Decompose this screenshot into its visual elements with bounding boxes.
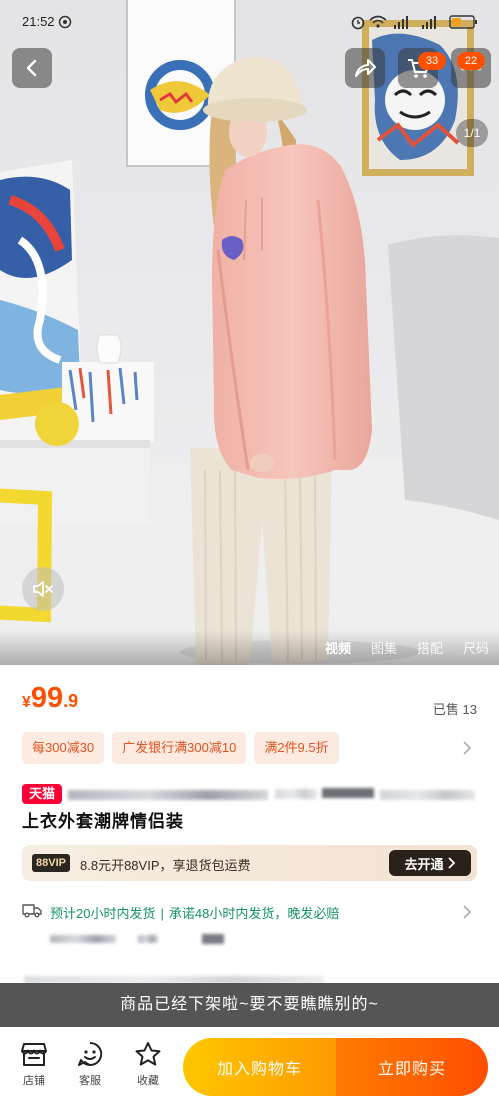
status-time: 21:52 [22,14,55,29]
tmall-badge: 天猫 [22,784,62,804]
alarm-icon [351,16,365,30]
chevron-right-icon[interactable] [462,905,472,919]
store-icon [21,1043,47,1066]
cart-badge: 33 [418,52,446,70]
favorite-button[interactable]: 收藏 [126,1041,170,1088]
redacted-text [202,934,224,944]
status-icons [351,15,477,30]
vip-badge: 88VIP [32,854,70,872]
shop-label: 店铺 [23,1075,45,1087]
service-label: 客服 [79,1075,101,1087]
signal-icon [394,16,408,29]
wifi-icon [369,15,387,28]
price: ¥99.9 [22,682,78,715]
shipping-separator: | [160,906,164,921]
redacted-text [322,788,374,798]
page-indicator: 1/1 [456,119,488,147]
product-hero[interactable]: 21:52 33 22 1/1 视频 图集 搭配 尺码 [0,0,499,665]
redacted-text [138,935,158,943]
back-button[interactable] [12,48,52,88]
share-icon [355,59,376,77]
price-integer: 99 [30,682,64,714]
notification-icon [58,15,72,29]
mute-icon [33,581,53,597]
buy-now-button[interactable]: 立即购买 [336,1038,488,1096]
star-icon [135,1042,161,1066]
redacted-text [380,790,475,800]
customer-service-icon [78,1041,103,1066]
redacted-text [275,789,317,799]
coupon-tag[interactable]: 满2件9.5折 [254,732,339,764]
share-button[interactable] [345,48,385,88]
shipping-estimate: 预计20小时内发货 [50,906,156,921]
chevron-left-icon [26,59,37,77]
vip-promo[interactable]: 88VIP 8.8元开88VIP，享退货包运费 去开通 [22,845,477,881]
coupon-tag[interactable]: 广发银行满300减10 [112,732,247,764]
tab-gallery[interactable]: 图集 [371,638,397,657]
redacted-text [50,935,116,943]
coupon-row[interactable]: 每300减30 广发银行满300减10 满2件9.5折 [22,732,339,764]
signal-icon-2 [422,16,436,29]
battery-icon [449,15,477,29]
price-currency: ¥ [22,694,31,711]
vip-activate-label: 去开通 [404,856,444,872]
vip-activate-button[interactable]: 去开通 [389,850,471,876]
service-button[interactable]: 客服 [68,1041,112,1088]
bottom-action-bar: 店铺 客服 收藏 加入购物车 立即购买 [0,1027,499,1110]
mute-button[interactable] [22,567,64,611]
product-photo [0,0,499,665]
more-badge: 22 [457,52,485,70]
media-tabs: 视频 图集 搭配 尺码 [0,630,499,665]
tab-video[interactable]: 视频 [325,638,351,657]
redacted-text [68,790,268,800]
truck-icon [22,904,42,918]
favorite-label: 收藏 [137,1075,159,1087]
shop-button[interactable]: 店铺 [12,1041,56,1088]
coupon-tag[interactable]: 每300减30 [22,732,105,764]
price-decimal: .9 [63,691,79,711]
shipping-promise: 承诺48小时内发货，晚发必赔 [168,906,340,921]
chevron-right-icon [447,857,455,869]
product-title: 上衣外套潮牌情侣装 [22,812,184,831]
chevron-right-icon[interactable] [462,741,472,755]
shipping-info[interactable]: 预计20小时内发货 | 承诺48小时内发货，晚发必赔 [50,903,339,922]
status-bar: 21:52 [0,0,499,34]
tab-size[interactable]: 尺码 [463,638,489,657]
sold-count: 已售 13 [432,702,477,717]
vip-text: 8.8元开88VIP，享退货包运费 [80,858,251,873]
add-to-cart-button[interactable]: 加入购物车 [183,1038,336,1096]
tab-outfit[interactable]: 搭配 [417,638,443,657]
delisted-notice-banner[interactable]: 商品已经下架啦~要不要瞧瞧别的~ [0,983,499,1027]
